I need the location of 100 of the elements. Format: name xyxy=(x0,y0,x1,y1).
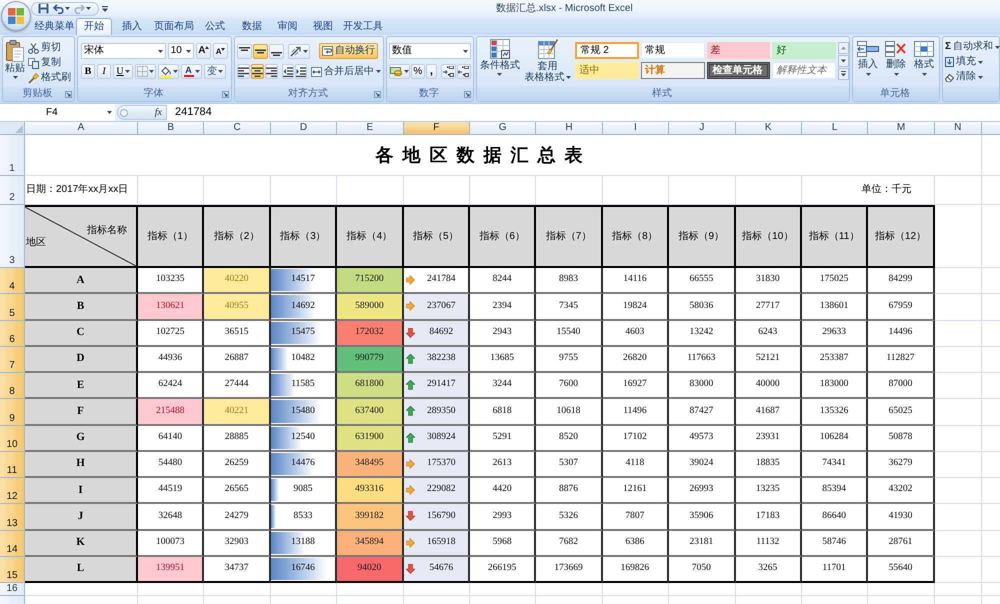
column-header[interactable]: M xyxy=(868,122,935,135)
cut-button[interactable]: 剪切 xyxy=(28,41,71,55)
customize-toolbar-icon[interactable] xyxy=(102,6,108,12)
insert-cells-button[interactable]: 插入 xyxy=(854,37,882,87)
number-format-dropdown[interactable]: 数值 xyxy=(389,43,471,59)
borders-button[interactable] xyxy=(135,64,156,79)
shrink-font-button[interactable]: A xyxy=(213,43,228,59)
ribbon-tab[interactable]: 页面布局 xyxy=(152,18,196,35)
ribbon-tab[interactable]: 数据 xyxy=(234,18,270,35)
ribbon-tab[interactable]: 开发工具 xyxy=(341,18,385,35)
wrap-text-button[interactable]: 自动换行 xyxy=(319,43,378,59)
format-as-table-button[interactable]: 套用 表格格式 xyxy=(522,39,572,87)
decrease-indent-button[interactable] xyxy=(282,64,294,79)
percent-style-button[interactable]: % xyxy=(411,64,425,79)
font-color-button[interactable]: A xyxy=(181,64,202,79)
row-header[interactable]: 3 xyxy=(0,205,25,268)
column-header[interactable]: N xyxy=(934,122,982,135)
insert-function-button[interactable]: fx xyxy=(154,108,162,118)
accounting-format-button[interactable] xyxy=(389,64,410,79)
group-label: 剪贴板 xyxy=(22,89,52,99)
column-header[interactable]: I xyxy=(602,122,670,135)
column-header[interactable]: F xyxy=(404,122,470,135)
fill-button[interactable]: 填充 xyxy=(945,55,999,69)
dialog-launcher-icon[interactable] xyxy=(65,90,72,98)
row-header[interactable]: 13 xyxy=(0,504,25,530)
column-header[interactable]: K xyxy=(736,122,802,135)
format-painter-button[interactable]: 格式刷 xyxy=(28,71,71,85)
phonetic-guide-button[interactable]: 变 xyxy=(204,64,226,79)
horizontal-align-button[interactable] xyxy=(237,64,250,79)
font-size-dropdown[interactable]: 10 xyxy=(168,43,194,59)
row-header[interactable]: 11 xyxy=(0,452,25,478)
dialog-launcher-icon[interactable] xyxy=(464,90,471,98)
more-styles-icon[interactable] xyxy=(838,68,849,80)
formula-input[interactable]: 241784 xyxy=(167,104,1000,121)
cell-style-option[interactable]: 适中 xyxy=(575,62,640,79)
cell-style-option[interactable]: 常规 xyxy=(641,42,705,59)
column-header[interactable]: B xyxy=(138,122,204,135)
horizontal-align-button[interactable] xyxy=(251,64,264,79)
row-header[interactable]: 14 xyxy=(0,530,25,557)
ribbon-tab[interactable]: 视图 xyxy=(305,18,341,35)
increase-indent-button[interactable] xyxy=(295,64,307,79)
row-header[interactable]: 12 xyxy=(0,478,25,504)
ribbon-tab[interactable]: 插入 xyxy=(112,18,152,35)
italic-button[interactable]: I xyxy=(97,64,111,79)
ribbon-tab[interactable]: 开始 xyxy=(76,18,112,35)
dialog-launcher-icon[interactable] xyxy=(374,90,381,98)
name-box[interactable]: F4 xyxy=(0,104,115,121)
cell-style-option[interactable]: 好 xyxy=(772,42,836,59)
dialog-launcher-icon[interactable] xyxy=(222,90,229,98)
cell-style-option[interactable]: 常规 2 xyxy=(575,42,640,59)
cell-style-option[interactable]: 解释性文本 xyxy=(772,62,836,79)
orientation-button[interactable] xyxy=(288,44,310,58)
table-cell: 7345 xyxy=(536,294,603,320)
row-header[interactable]: 10 xyxy=(0,426,25,452)
format-cells-button[interactable]: 格式 xyxy=(910,37,938,87)
row-header[interactable]: 6 xyxy=(0,320,25,347)
cell-style-option[interactable]: 差 xyxy=(706,42,770,59)
row-header[interactable]: 5 xyxy=(0,294,25,320)
column-header[interactable]: E xyxy=(337,122,404,135)
undo-icon[interactable] xyxy=(53,4,64,14)
row-header[interactable]: 2 xyxy=(0,176,25,205)
row-header[interactable]: 8 xyxy=(0,373,25,400)
column-header[interactable]: G xyxy=(470,122,536,135)
increase-decimal-button[interactable] xyxy=(441,64,456,79)
bold-button[interactable]: B xyxy=(81,64,95,79)
paste-button[interactable]: 粘贴 xyxy=(4,40,26,87)
row-header[interactable]: 1 xyxy=(0,135,25,176)
row-header[interactable]: 16 xyxy=(0,583,25,596)
fill-color-button[interactable] xyxy=(158,64,179,79)
horizontal-align-button[interactable] xyxy=(265,64,278,79)
column-header[interactable]: D xyxy=(270,122,338,135)
row-header[interactable]: 4 xyxy=(0,268,25,294)
row-header[interactable]: 9 xyxy=(0,399,25,426)
column-header[interactable]: H xyxy=(536,122,603,135)
row-header[interactable]: 15 xyxy=(0,556,25,583)
ribbon-tab[interactable]: 审阅 xyxy=(270,18,305,35)
save-icon[interactable] xyxy=(38,3,49,14)
font-name-dropdown[interactable]: 宋体 xyxy=(81,43,166,59)
cell-style-option[interactable]: 检查单元格 xyxy=(706,62,770,79)
ribbon-tab[interactable]: 公式 xyxy=(196,18,234,35)
merge-center-button[interactable]: 合并后居中 xyxy=(311,64,381,79)
vertical-align-button[interactable] xyxy=(269,44,284,58)
column-header[interactable]: L xyxy=(802,122,868,135)
vertical-align-button[interactable] xyxy=(253,44,268,58)
grow-font-button[interactable]: A xyxy=(196,43,212,59)
row-header[interactable]: 7 xyxy=(0,346,25,373)
column-header[interactable]: C xyxy=(204,122,271,135)
comma-style-button[interactable]: , xyxy=(426,64,438,79)
delete-cells-button[interactable]: 删除 xyxy=(882,37,910,87)
clear-button[interactable]: 清除 xyxy=(945,70,999,84)
copy-button[interactable]: 复制 xyxy=(28,56,71,70)
ribbon-tab[interactable]: 经典菜单 xyxy=(33,18,76,35)
vertical-align-button[interactable] xyxy=(237,44,252,58)
column-header[interactable]: J xyxy=(669,122,736,135)
conditional-formatting-button[interactable]: 条件格式 xyxy=(479,39,521,87)
scroll-down-icon[interactable] xyxy=(838,55,849,67)
column-header[interactable]: A xyxy=(25,122,138,135)
decrease-decimal-button[interactable] xyxy=(456,64,471,79)
underline-button[interactable]: U xyxy=(113,64,133,79)
autosum-button[interactable]: Σ 自动求和 xyxy=(945,40,999,54)
